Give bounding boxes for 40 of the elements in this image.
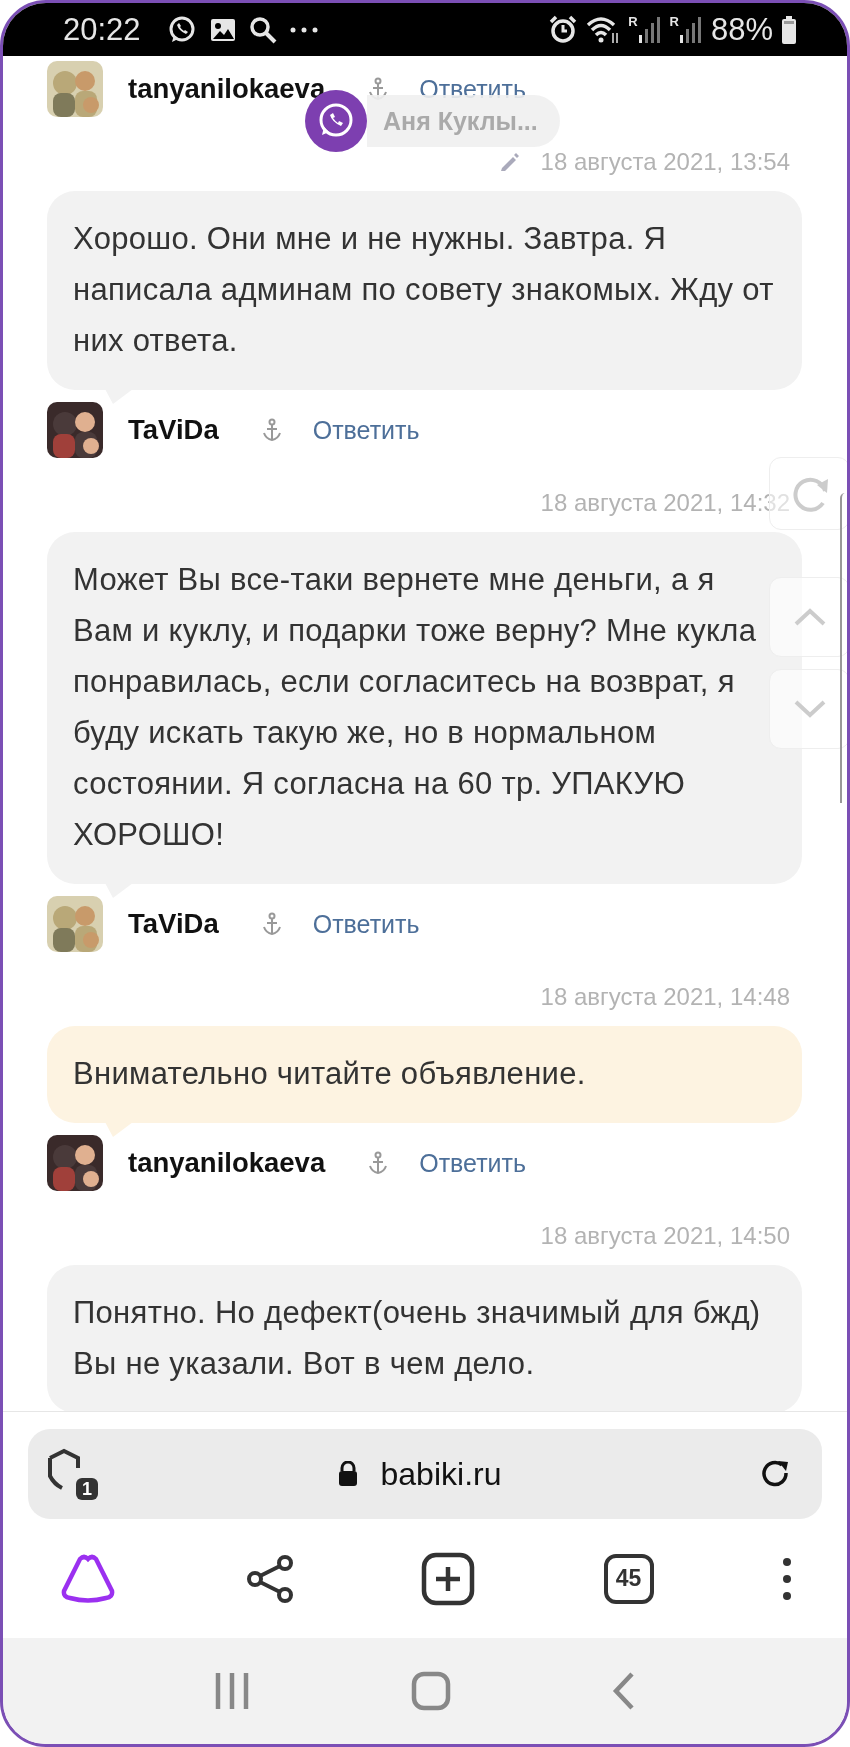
signal-icon [678,14,703,45]
battery-icon [781,15,797,44]
author-name: tanyanilokaeva [128,1147,326,1179]
tabs-button[interactable]: 45 [603,1553,654,1604]
new-tab-icon[interactable] [421,1551,475,1606]
home-icon[interactable] [411,1671,451,1711]
bubble-tail [105,1122,133,1137]
wifi-icon [586,14,621,45]
comment-date: 18 августа 2021, 13:54 [540,148,790,176]
clock: 20:22 [63,11,141,48]
address-bar[interactable]: 1 babiki.ru [28,1429,822,1519]
message-bubble: Понятно. Но дефект(очень значимый для бжд) Вы не указали. Вот в чем дело. [47,1265,802,1411]
scroll-down-button[interactable] [769,669,847,749]
reply-link[interactable]: Ответить [312,415,420,445]
share-icon[interactable] [246,1554,293,1603]
signal-icon [637,14,662,45]
alarm-icon [548,14,579,45]
comment-date: 18 августа 2021, 14:50 [540,1222,790,1250]
reply-link[interactable]: Ответить [312,909,420,939]
tracker-count-badge: 1 [76,1478,98,1500]
author-name: TaViDa [128,908,219,940]
anchor-icon[interactable] [367,1151,390,1175]
url-text: babiki.ru [380,1455,502,1493]
roaming-label: R [669,14,679,28]
reply-link[interactable]: Ответить [419,1148,527,1178]
anchor-icon[interactable] [260,912,283,936]
author-name: TaViDa [128,414,219,446]
anchor-icon[interactable] [260,418,283,442]
lock-icon [336,1461,359,1487]
scroll-up-button[interactable] [769,577,847,657]
comment-date: 18 августа 2021, 14:48 [540,983,790,1011]
author-name: tanyanilokaeva [128,73,326,105]
back-icon[interactable] [612,1671,637,1711]
roaming-label: R [628,14,638,28]
battery-percent: 88% [710,11,773,48]
chevron-up-icon[interactable] [792,607,827,627]
menu-icon[interactable] [782,1556,792,1601]
recent-apps-icon[interactable] [213,1671,250,1711]
search-icon [248,15,277,44]
chevron-down-icon[interactable] [792,699,827,719]
